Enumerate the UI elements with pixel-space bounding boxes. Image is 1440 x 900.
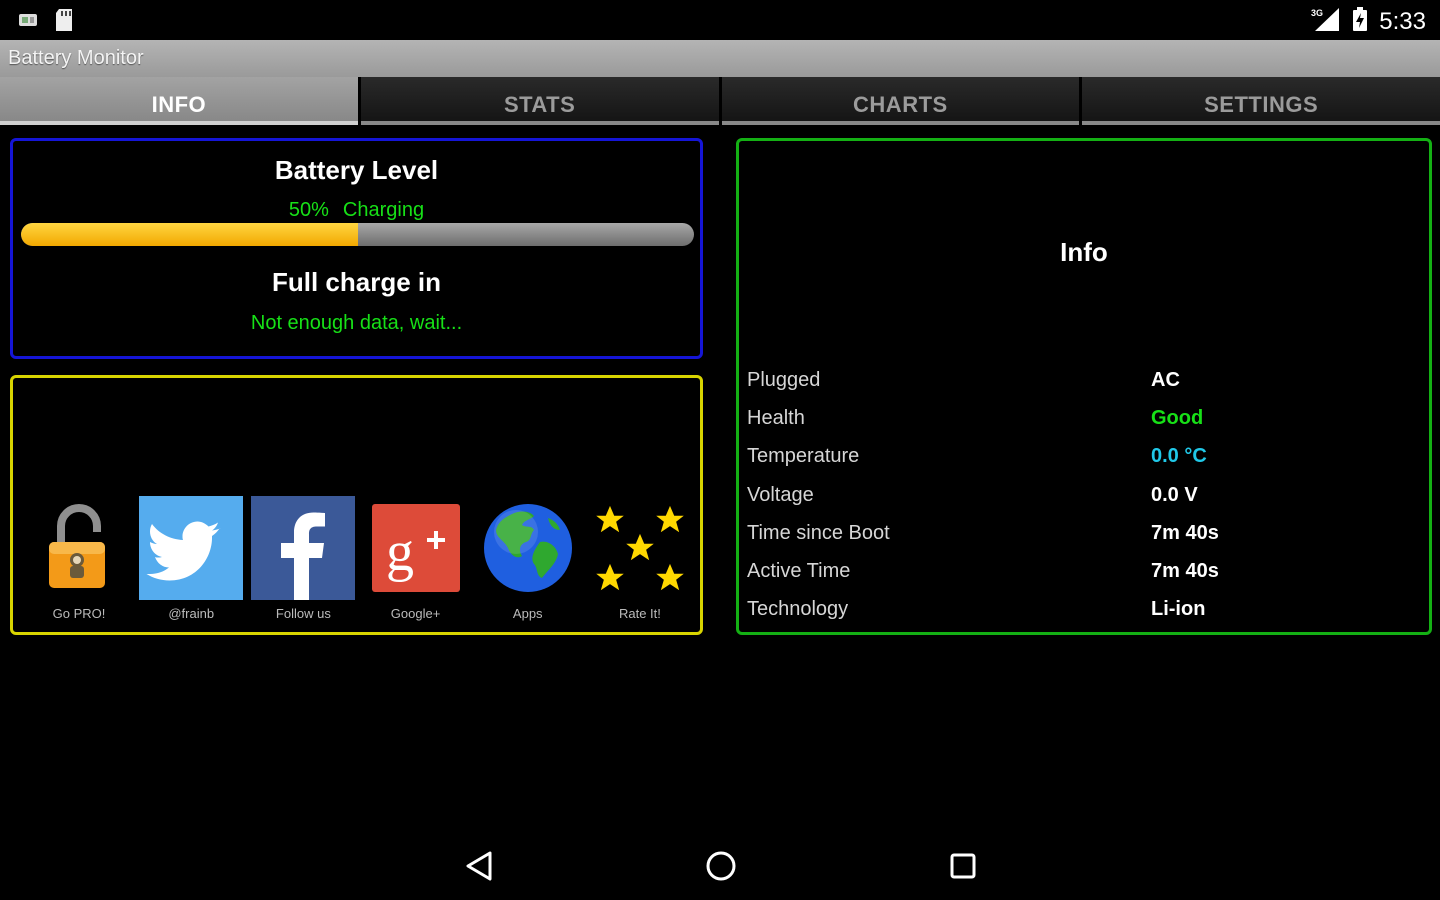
info-key: Active Time bbox=[747, 560, 851, 583]
facebook-icon bbox=[251, 496, 356, 600]
info-value: 0.0 °C bbox=[1151, 445, 1207, 468]
tab-bar: INFO STATS CHARTS SETTINGS bbox=[0, 77, 1440, 130]
info-key: Health bbox=[747, 406, 805, 429]
info-value: AC bbox=[1151, 368, 1180, 391]
status-bar-time: 5:33 bbox=[1379, 7, 1426, 35]
status-bar-left bbox=[18, 8, 74, 37]
battery-status-line: 50% Charging bbox=[13, 199, 700, 222]
link-label: Rate It! bbox=[618, 606, 661, 621]
twitter-link[interactable]: @frainb bbox=[139, 496, 244, 621]
facebook-link[interactable]: Follow us bbox=[251, 496, 356, 621]
navigation-bar bbox=[0, 830, 1440, 900]
apps-link[interactable]: Apps bbox=[476, 496, 580, 621]
google-plus-link[interactable]: g Google+ bbox=[364, 496, 468, 621]
globe-icon bbox=[476, 496, 580, 600]
battery-progress-fill bbox=[21, 223, 358, 246]
links-panel: Go PRO! @frainb Follow us g Google+ Apps… bbox=[10, 375, 703, 635]
info-row-time-since-boot: Time since Boot 7m 40s bbox=[747, 514, 1427, 552]
sd-card-icon bbox=[54, 8, 74, 37]
info-rows: Plugged AC Health Good Temperature 0.0 °… bbox=[747, 361, 1427, 629]
info-panel: Info Plugged AC Health Good Temperature … bbox=[736, 138, 1432, 635]
link-label: @frainb bbox=[168, 606, 215, 621]
app-title: Battery Monitor bbox=[8, 47, 144, 69]
info-row-technology: Technology Li-ion bbox=[747, 591, 1427, 629]
info-value: 7m 40s bbox=[1151, 521, 1219, 544]
twitter-icon bbox=[139, 496, 244, 600]
battery-level-panel: Battery Level 50% Charging Full charge in… bbox=[10, 138, 703, 359]
link-label: Google+ bbox=[390, 606, 441, 621]
info-key: Voltage bbox=[747, 483, 814, 506]
network-type-label: 3G bbox=[1311, 8, 1323, 18]
info-value: Li-ion bbox=[1151, 598, 1206, 621]
link-label: Apps bbox=[512, 606, 543, 621]
link-label: Follow us bbox=[275, 606, 331, 621]
full-charge-value: Not enough data, wait... bbox=[250, 312, 463, 334]
status-bar-right: 3G 5:33 bbox=[1311, 6, 1426, 37]
links-row: Go PRO! @frainb Follow us g Google+ Apps… bbox=[27, 496, 692, 621]
recents-icon[interactable] bbox=[945, 848, 981, 884]
info-value: Good bbox=[1151, 406, 1204, 429]
info-value: 0.0 V bbox=[1151, 483, 1198, 506]
battery-charging-icon bbox=[1351, 6, 1369, 37]
full-charge-title: Full charge in bbox=[271, 267, 442, 297]
action-bar: Battery Monitor bbox=[0, 40, 1440, 77]
back-icon[interactable] bbox=[461, 848, 497, 884]
battery-progress-bar bbox=[21, 223, 694, 246]
info-row-active-time: Active Time 7m 40s bbox=[747, 552, 1427, 590]
status-bar: 3G 5:33 bbox=[0, 0, 1440, 40]
rate-it-link[interactable]: Rate It! bbox=[588, 496, 692, 621]
info-key: Temperature bbox=[747, 445, 860, 468]
info-row-health: Health Good bbox=[747, 399, 1427, 437]
tab-stats[interactable]: STATS bbox=[360, 77, 719, 125]
link-label: Go PRO! bbox=[52, 606, 106, 621]
signal-icon: 3G bbox=[1311, 6, 1341, 37]
info-key: Plugged bbox=[747, 368, 821, 391]
svg-text:g: g bbox=[386, 521, 414, 583]
padlock-icon bbox=[27, 496, 131, 600]
stars-icon bbox=[588, 496, 692, 600]
battery-percent: 50% bbox=[288, 199, 329, 221]
home-icon[interactable] bbox=[703, 848, 739, 884]
info-key: Time since Boot bbox=[747, 521, 890, 544]
info-row-plugged: Plugged AC bbox=[747, 361, 1427, 399]
battery-level-title: Battery Level bbox=[274, 155, 439, 185]
tab-charts[interactable]: CHARTS bbox=[721, 77, 1080, 125]
go-pro-link[interactable]: Go PRO! bbox=[27, 496, 131, 621]
google-plus-icon: g bbox=[364, 496, 468, 600]
info-value: 7m 40s bbox=[1151, 560, 1219, 583]
tab-info[interactable]: INFO bbox=[0, 77, 358, 125]
info-key: Technology bbox=[747, 598, 849, 621]
info-title: Info bbox=[1060, 237, 1108, 267]
tab-settings[interactable]: SETTINGS bbox=[1082, 77, 1440, 125]
info-row-voltage: Voltage 0.0 V bbox=[747, 476, 1427, 514]
notification-app-icon bbox=[18, 11, 40, 34]
info-row-temperature: Temperature 0.0 °C bbox=[747, 438, 1427, 476]
battery-state: Charging bbox=[342, 199, 425, 221]
